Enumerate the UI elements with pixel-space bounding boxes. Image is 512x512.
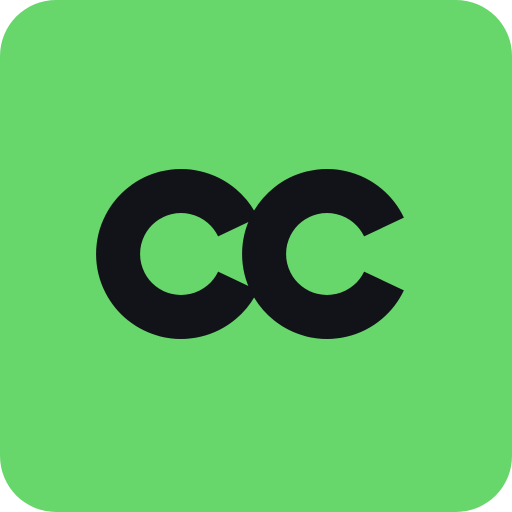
letter-c-left bbox=[96, 169, 258, 339]
app-icon bbox=[0, 0, 512, 512]
letter-c-right bbox=[242, 169, 404, 339]
cc-monogram bbox=[96, 169, 404, 339]
